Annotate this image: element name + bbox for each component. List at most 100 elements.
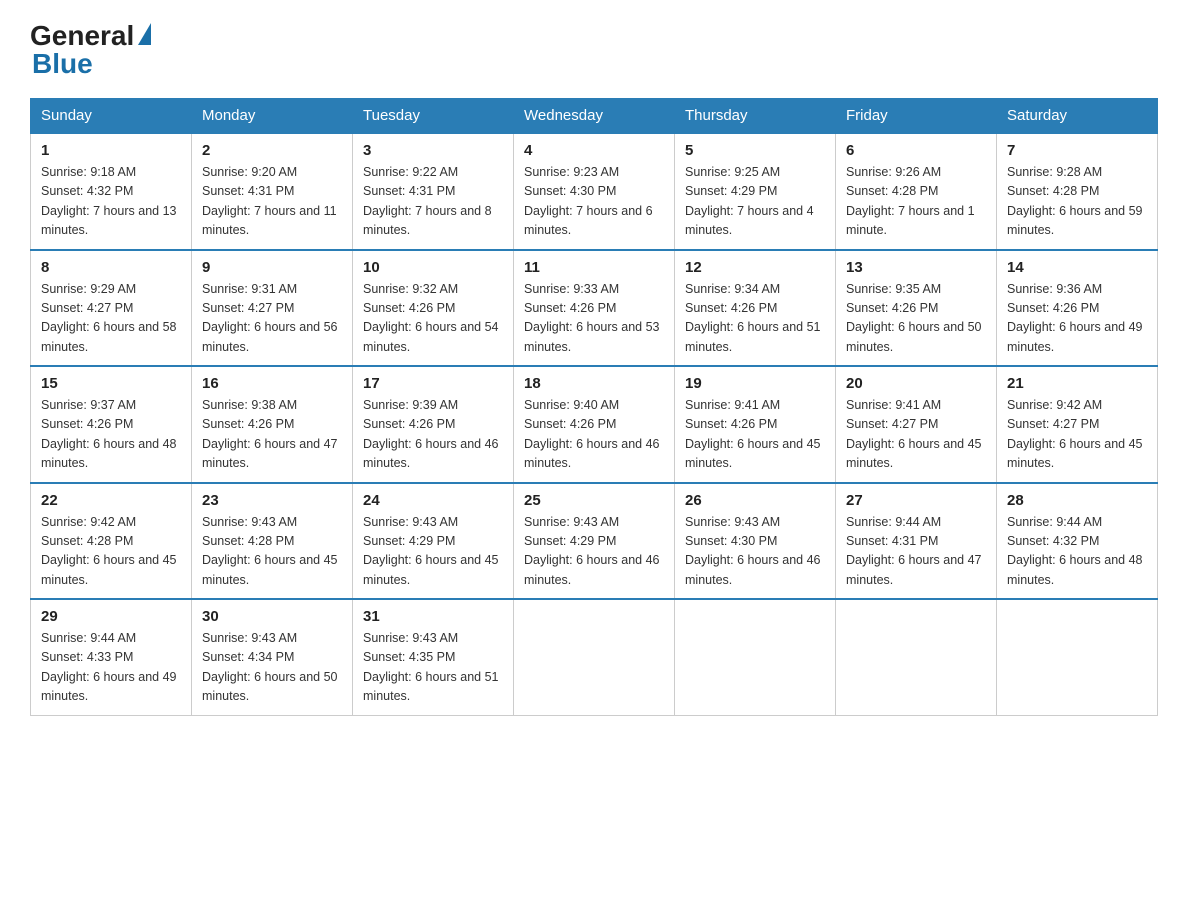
day-info: Sunrise: 9:23 AMSunset: 4:30 PMDaylight:… bbox=[524, 163, 664, 241]
day-info: Sunrise: 9:43 AMSunset: 4:29 PMDaylight:… bbox=[524, 513, 664, 591]
day-number: 8 bbox=[41, 259, 181, 276]
day-number: 12 bbox=[685, 259, 825, 276]
day-cell-14: 14Sunrise: 9:36 AMSunset: 4:26 PMDayligh… bbox=[997, 250, 1158, 367]
empty-cell bbox=[997, 599, 1158, 715]
days-header-row: SundayMondayTuesdayWednesdayThursdayFrid… bbox=[31, 99, 1158, 134]
day-number: 30 bbox=[202, 608, 342, 625]
day-info: Sunrise: 9:44 AMSunset: 4:33 PMDaylight:… bbox=[41, 629, 181, 707]
day-cell-2: 2 Sunrise: 9:20 AMSunset: 4:31 PMDaylight… bbox=[192, 133, 353, 250]
day-number: 11 bbox=[524, 259, 664, 276]
day-number: 6 bbox=[846, 142, 986, 159]
day-info: Sunrise: 9:41 AMSunset: 4:26 PMDaylight:… bbox=[685, 396, 825, 474]
day-info: Sunrise: 9:25 AMSunset: 4:29 PMDaylight:… bbox=[685, 163, 825, 241]
day-cell-5: 5 Sunrise: 9:25 AMSunset: 4:29 PMDaylight… bbox=[675, 133, 836, 250]
empty-cell bbox=[675, 599, 836, 715]
day-info: Sunrise: 9:20 AMSunset: 4:31 PMDaylight:… bbox=[202, 163, 342, 241]
day-cell-15: 15 Sunrise: 9:37 AMSunset: 4:26 PMDayligh… bbox=[31, 366, 192, 483]
header-friday: Friday bbox=[836, 99, 997, 134]
day-info: Sunrise: 9:26 AMSunset: 4:28 PMDaylight:… bbox=[846, 163, 986, 241]
day-info: Sunrise: 9:31 AMSunset: 4:27 PMDaylight:… bbox=[202, 280, 342, 358]
day-number: 5 bbox=[685, 142, 825, 159]
day-number: 22 bbox=[41, 492, 181, 509]
empty-cell bbox=[836, 599, 997, 715]
day-info: Sunrise: 9:43 AMSunset: 4:35 PMDaylight:… bbox=[363, 629, 503, 707]
day-cell-17: 17Sunrise: 9:39 AMSunset: 4:26 PMDayligh… bbox=[353, 366, 514, 483]
day-cell-16: 16Sunrise: 9:38 AMSunset: 4:26 PMDayligh… bbox=[192, 366, 353, 483]
header-monday: Monday bbox=[192, 99, 353, 134]
day-number: 26 bbox=[685, 492, 825, 509]
day-number: 21 bbox=[1007, 375, 1147, 392]
day-cell-24: 24Sunrise: 9:43 AMSunset: 4:29 PMDayligh… bbox=[353, 483, 514, 600]
day-cell-12: 12Sunrise: 9:34 AMSunset: 4:26 PMDayligh… bbox=[675, 250, 836, 367]
day-number: 15 bbox=[41, 375, 181, 392]
day-cell-6: 6 Sunrise: 9:26 AMSunset: 4:28 PMDaylight… bbox=[836, 133, 997, 250]
day-info: Sunrise: 9:43 AMSunset: 4:29 PMDaylight:… bbox=[363, 513, 503, 591]
day-cell-3: 3 Sunrise: 9:22 AMSunset: 4:31 PMDaylight… bbox=[353, 133, 514, 250]
day-info: Sunrise: 9:43 AMSunset: 4:30 PMDaylight:… bbox=[685, 513, 825, 591]
day-number: 29 bbox=[41, 608, 181, 625]
day-cell-20: 20Sunrise: 9:41 AMSunset: 4:27 PMDayligh… bbox=[836, 366, 997, 483]
logo-blue-text: Blue bbox=[30, 48, 93, 80]
day-number: 4 bbox=[524, 142, 664, 159]
day-cell-4: 4 Sunrise: 9:23 AMSunset: 4:30 PMDaylight… bbox=[514, 133, 675, 250]
day-number: 18 bbox=[524, 375, 664, 392]
day-cell-9: 9 Sunrise: 9:31 AMSunset: 4:27 PMDaylight… bbox=[192, 250, 353, 367]
day-cell-18: 18 Sunrise: 9:40 AMSunset: 4:26 PMDayligh… bbox=[514, 366, 675, 483]
day-info: Sunrise: 9:42 AMSunset: 4:27 PMDaylight:… bbox=[1007, 396, 1147, 474]
day-cell-31: 31 Sunrise: 9:43 AMSunset: 4:35 PMDayligh… bbox=[353, 599, 514, 715]
day-info: Sunrise: 9:44 AMSunset: 4:32 PMDaylight:… bbox=[1007, 513, 1147, 591]
page-header: General Blue bbox=[30, 20, 1158, 80]
header-thursday: Thursday bbox=[675, 99, 836, 134]
logo: General Blue bbox=[30, 20, 151, 80]
day-info: Sunrise: 9:41 AMSunset: 4:27 PMDaylight:… bbox=[846, 396, 986, 474]
day-number: 23 bbox=[202, 492, 342, 509]
day-cell-7: 7 Sunrise: 9:28 AMSunset: 4:28 PMDaylight… bbox=[997, 133, 1158, 250]
day-cell-11: 11 Sunrise: 9:33 AMSunset: 4:26 PMDayligh… bbox=[514, 250, 675, 367]
day-info: Sunrise: 9:44 AMSunset: 4:31 PMDaylight:… bbox=[846, 513, 986, 591]
day-cell-21: 21 Sunrise: 9:42 AMSunset: 4:27 PMDayligh… bbox=[997, 366, 1158, 483]
day-cell-13: 13 Sunrise: 9:35 AMSunset: 4:26 PMDayligh… bbox=[836, 250, 997, 367]
day-info: Sunrise: 9:42 AMSunset: 4:28 PMDaylight:… bbox=[41, 513, 181, 591]
day-info: Sunrise: 9:32 AMSunset: 4:26 PMDaylight:… bbox=[363, 280, 503, 358]
day-number: 7 bbox=[1007, 142, 1147, 159]
day-info: Sunrise: 9:33 AMSunset: 4:26 PMDaylight:… bbox=[524, 280, 664, 358]
header-saturday: Saturday bbox=[997, 99, 1158, 134]
day-info: Sunrise: 9:18 AMSunset: 4:32 PMDaylight:… bbox=[41, 163, 181, 241]
week-row-3: 15 Sunrise: 9:37 AMSunset: 4:26 PMDayligh… bbox=[31, 366, 1158, 483]
day-number: 17 bbox=[363, 375, 503, 392]
week-row-1: 1 Sunrise: 9:18 AMSunset: 4:32 PMDaylight… bbox=[31, 133, 1158, 250]
day-cell-10: 10 Sunrise: 9:32 AMSunset: 4:26 PMDayligh… bbox=[353, 250, 514, 367]
day-cell-22: 22 Sunrise: 9:42 AMSunset: 4:28 PMDayligh… bbox=[31, 483, 192, 600]
day-number: 14 bbox=[1007, 259, 1147, 276]
day-number: 31 bbox=[363, 608, 503, 625]
day-number: 9 bbox=[202, 259, 342, 276]
day-cell-1: 1 Sunrise: 9:18 AMSunset: 4:32 PMDaylight… bbox=[31, 133, 192, 250]
day-number: 13 bbox=[846, 259, 986, 276]
week-row-4: 22 Sunrise: 9:42 AMSunset: 4:28 PMDayligh… bbox=[31, 483, 1158, 600]
week-row-2: 8 Sunrise: 9:29 AMSunset: 4:27 PMDaylight… bbox=[31, 250, 1158, 367]
day-cell-19: 19Sunrise: 9:41 AMSunset: 4:26 PMDayligh… bbox=[675, 366, 836, 483]
day-info: Sunrise: 9:35 AMSunset: 4:26 PMDaylight:… bbox=[846, 280, 986, 358]
header-wednesday: Wednesday bbox=[514, 99, 675, 134]
day-info: Sunrise: 9:37 AMSunset: 4:26 PMDaylight:… bbox=[41, 396, 181, 474]
day-number: 10 bbox=[363, 259, 503, 276]
day-info: Sunrise: 9:43 AMSunset: 4:28 PMDaylight:… bbox=[202, 513, 342, 591]
day-info: Sunrise: 9:29 AMSunset: 4:27 PMDaylight:… bbox=[41, 280, 181, 358]
day-number: 25 bbox=[524, 492, 664, 509]
day-info: Sunrise: 9:40 AMSunset: 4:26 PMDaylight:… bbox=[524, 396, 664, 474]
day-info: Sunrise: 9:43 AMSunset: 4:34 PMDaylight:… bbox=[202, 629, 342, 707]
header-sunday: Sunday bbox=[31, 99, 192, 134]
day-cell-29: 29 Sunrise: 9:44 AMSunset: 4:33 PMDayligh… bbox=[31, 599, 192, 715]
day-number: 3 bbox=[363, 142, 503, 159]
day-cell-26: 26 Sunrise: 9:43 AMSunset: 4:30 PMDayligh… bbox=[675, 483, 836, 600]
day-cell-30: 30 Sunrise: 9:43 AMSunset: 4:34 PMDayligh… bbox=[192, 599, 353, 715]
day-number: 28 bbox=[1007, 492, 1147, 509]
day-info: Sunrise: 9:22 AMSunset: 4:31 PMDaylight:… bbox=[363, 163, 503, 241]
day-info: Sunrise: 9:38 AMSunset: 4:26 PMDaylight:… bbox=[202, 396, 342, 474]
calendar-table: SundayMondayTuesdayWednesdayThursdayFrid… bbox=[30, 98, 1158, 716]
day-number: 2 bbox=[202, 142, 342, 159]
day-info: Sunrise: 9:28 AMSunset: 4:28 PMDaylight:… bbox=[1007, 163, 1147, 241]
day-cell-23: 23 Sunrise: 9:43 AMSunset: 4:28 PMDayligh… bbox=[192, 483, 353, 600]
day-number: 1 bbox=[41, 142, 181, 159]
day-number: 27 bbox=[846, 492, 986, 509]
